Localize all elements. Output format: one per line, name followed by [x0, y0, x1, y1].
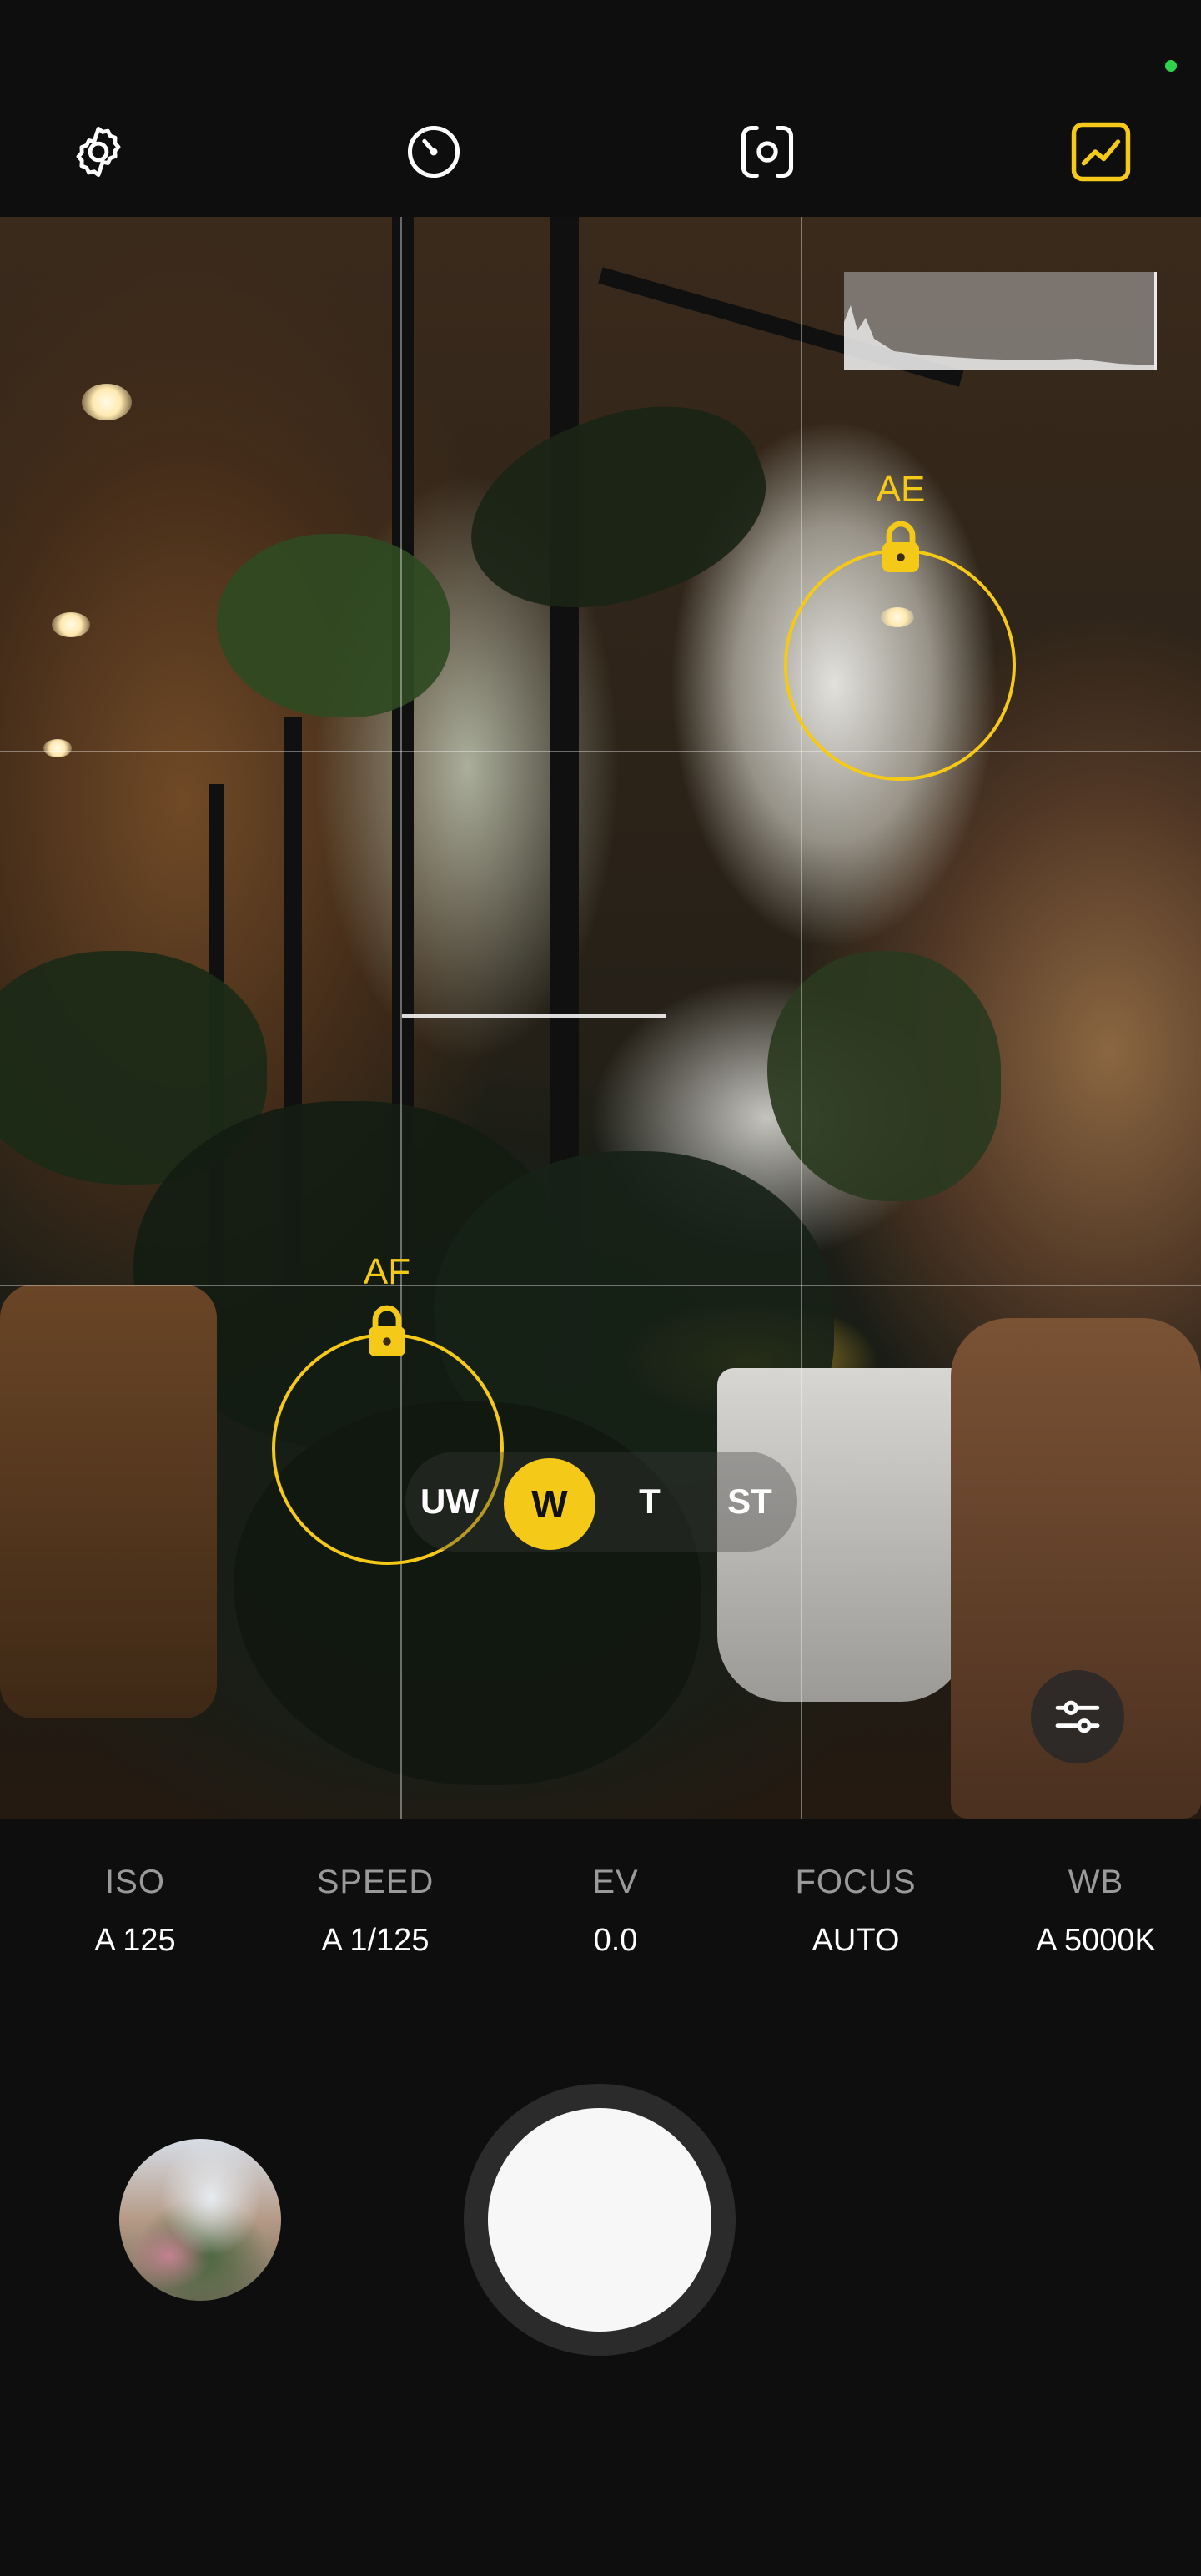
adjustments-button[interactable]	[1031, 1670, 1124, 1763]
param-name: ISO	[105, 1864, 165, 1900]
privacy-indicator-dot	[1165, 60, 1177, 72]
plant-leaf	[767, 951, 1001, 1201]
ceiling-light	[52, 612, 90, 637]
shutter-inner	[488, 2108, 711, 2332]
level-indicator	[402, 1014, 666, 1018]
sliders-icon	[1055, 1700, 1100, 1733]
param-value: AUTO	[812, 1923, 900, 1958]
param-iso[interactable]: ISO A 125	[35, 1864, 235, 1959]
grid-line	[0, 751, 1201, 752]
param-name: WB	[1068, 1864, 1124, 1900]
param-value: A 125	[94, 1923, 176, 1958]
ae-label: AE	[876, 469, 926, 510]
zoom-option-t[interactable]: T	[604, 1452, 696, 1552]
histogram	[844, 272, 1157, 370]
param-wb[interactable]: WB A 5000K	[996, 1864, 1196, 1959]
histogram-toggle-button[interactable]	[1061, 112, 1141, 192]
grid-line	[400, 217, 402, 1819]
shutter-button[interactable]	[464, 2084, 736, 2356]
timer-button[interactable]	[394, 112, 474, 192]
grid-line	[801, 217, 802, 1819]
top-toolbar	[0, 83, 1201, 217]
param-value: A 5000K	[1036, 1923, 1156, 1958]
param-name: EV	[592, 1864, 639, 1900]
param-name: SPEED	[316, 1864, 435, 1900]
param-name: FOCUS	[795, 1864, 917, 1900]
camera-flip-icon	[741, 125, 794, 179]
histogram-icon	[1071, 122, 1131, 182]
ceiling-light	[82, 384, 132, 420]
ceiling-light	[43, 739, 72, 757]
palm-leaf	[445, 371, 790, 647]
zoom-option-st[interactable]: ST	[704, 1452, 796, 1552]
zoom-option-uw[interactable]: UW	[404, 1452, 495, 1552]
camera-viewfinder[interactable]: AE AF	[0, 217, 1201, 1819]
histogram-graph	[844, 305, 1154, 370]
timer-icon	[407, 125, 460, 179]
camera-switch-button[interactable]	[727, 112, 807, 192]
param-ev[interactable]: EV 0.0	[515, 1864, 716, 1959]
gallery-thumbnail[interactable]	[119, 2139, 281, 2301]
param-value: A 1/125	[321, 1923, 430, 1958]
param-value: 0.0	[593, 1923, 638, 1958]
wicker-chair	[0, 1285, 217, 1718]
ae-lock-ring[interactable]	[784, 549, 1016, 781]
gear-icon	[76, 127, 121, 177]
hanging-plant	[217, 534, 450, 717]
grid-line	[0, 1285, 1201, 1286]
zoom-option-w[interactable]: W	[504, 1458, 595, 1550]
param-focus[interactable]: FOCUS AUTO	[756, 1864, 956, 1959]
param-speed[interactable]: SPEED A 1/125	[275, 1864, 475, 1959]
af-label: AF	[363, 1251, 411, 1292]
settings-button[interactable]	[58, 112, 138, 192]
